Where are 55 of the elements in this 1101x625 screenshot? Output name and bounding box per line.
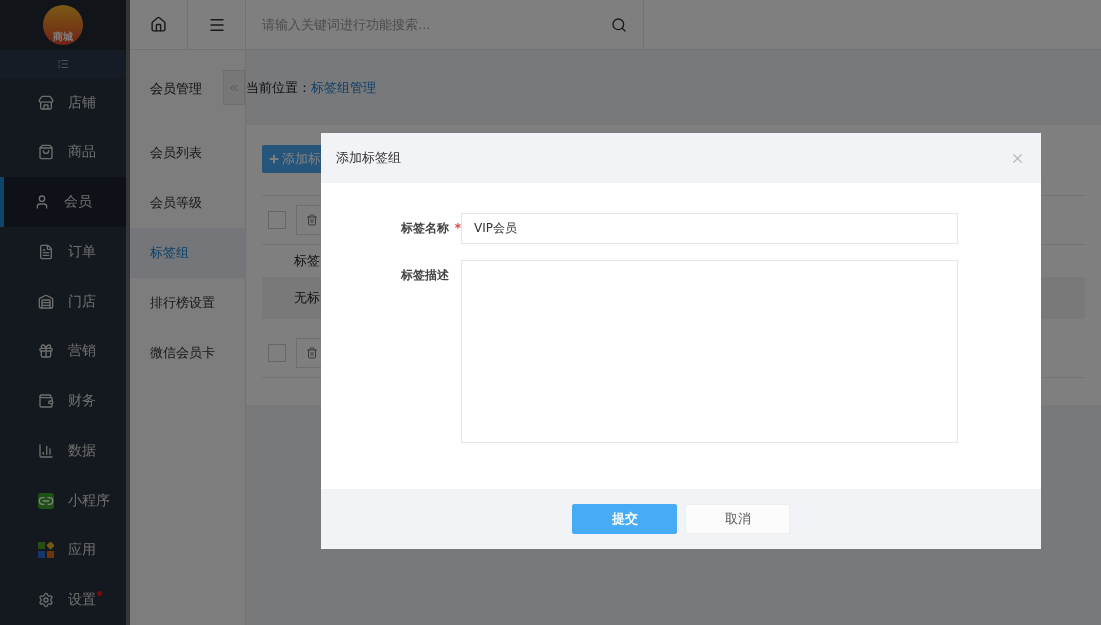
submit-button[interactable]: 提交 xyxy=(572,504,677,534)
trash-icon xyxy=(306,347,318,359)
submenu-item[interactable]: 会员列表 xyxy=(130,128,245,178)
sidebar-label: 应用 xyxy=(68,541,96,560)
shop-icon xyxy=(38,293,54,310)
document-icon xyxy=(38,243,54,260)
submenu-item[interactable]: 标签组 xyxy=(130,228,245,278)
checkbox[interactable] xyxy=(268,211,286,229)
sidebar-label: 财务 xyxy=(68,392,96,411)
home-icon xyxy=(150,16,167,33)
sidebar-label: 店铺 xyxy=(68,93,96,112)
trash-icon xyxy=(306,214,318,226)
submenu-item[interactable]: 排行榜设置 xyxy=(130,278,245,328)
search-icon[interactable] xyxy=(611,16,627,33)
checkbox[interactable] xyxy=(268,344,286,362)
sidebar-item[interactable]: 设置 xyxy=(0,575,126,625)
sidebar-label: 设置 xyxy=(68,591,96,610)
field-label: 标签名称 xyxy=(401,220,449,237)
sidebar-label: 会员 xyxy=(64,193,92,212)
sidebar-item[interactable]: 应用 xyxy=(0,525,126,576)
sidebar-item[interactable]: 门店 xyxy=(0,276,126,327)
plus-icon xyxy=(268,153,280,165)
required-mark: * xyxy=(453,220,461,237)
gift-icon xyxy=(38,343,54,360)
sidebar-label: 订单 xyxy=(68,242,96,261)
sidebar-label: 商品 xyxy=(68,143,96,162)
store-icon xyxy=(38,94,54,111)
sidebar-label: 营销 xyxy=(68,342,96,361)
sidebar-item[interactable]: 小程序 xyxy=(0,475,126,526)
breadcrumb-label: 当前位置： xyxy=(246,78,311,97)
settings-icon xyxy=(38,592,54,609)
user-icon xyxy=(34,194,50,211)
dialog-title: 添加标签组 xyxy=(336,149,401,167)
table-header-cell-text: 标签 xyxy=(293,252,320,270)
collapse-tab[interactable] xyxy=(223,70,245,105)
sidebar-item[interactable]: 营销 xyxy=(0,326,126,377)
sidebar-label: 数据 xyxy=(68,441,96,460)
cancel-button[interactable]: 取消 xyxy=(685,504,790,534)
submenu-title: 会员管理 xyxy=(149,80,203,98)
input-field[interactable]: VIP会员 xyxy=(461,213,958,244)
submenu-item[interactable]: 会员等级 xyxy=(130,178,245,228)
sidebar-item[interactable]: 会员 xyxy=(0,177,126,227)
logo-text: 商城 xyxy=(53,31,73,42)
sidebar-item[interactable]: 数据 xyxy=(0,426,126,476)
sidebar-label: 小程序 xyxy=(68,491,110,510)
sidebar-label: 门店 xyxy=(68,292,96,311)
bar-chart-icon xyxy=(38,442,54,459)
bag-icon xyxy=(38,144,54,161)
sidebar-item[interactable]: 财务 xyxy=(0,376,126,426)
breadcrumb-link[interactable]: 标签组管理 xyxy=(311,78,376,97)
link-square-icon xyxy=(38,492,54,509)
submenu-item[interactable]: 微信会员卡 xyxy=(130,328,245,378)
collapse-icon xyxy=(57,57,69,70)
apps-icon xyxy=(38,542,54,559)
textarea-field[interactable] xyxy=(461,260,958,443)
